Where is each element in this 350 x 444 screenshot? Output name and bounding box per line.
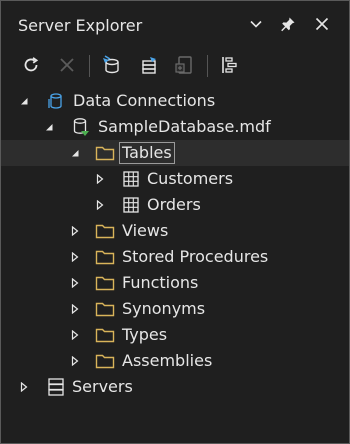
tree-item-label: Data Connections — [73, 91, 216, 110]
tree-item-label: Stored Procedures — [122, 247, 269, 266]
tree-item-label: Customers — [147, 169, 234, 188]
connect-to-database-icon[interactable] — [99, 52, 125, 78]
expanded-arrow-icon[interactable] — [18, 95, 30, 107]
tree-item-database[interactable]: SampleDatabase.mdf — [1, 114, 349, 140]
tree-item-customers[interactable]: Customers — [1, 166, 349, 192]
expanded-arrow-icon[interactable] — [43, 121, 55, 133]
folder-icon — [95, 273, 115, 293]
tree-item-servers[interactable]: Servers — [1, 374, 349, 400]
connect-to-server-icon[interactable] — [136, 52, 162, 78]
toolbar-separator — [207, 55, 208, 77]
collapsed-arrow-icon[interactable] — [94, 199, 106, 211]
table-icon — [121, 169, 141, 189]
folder-icon — [95, 247, 115, 267]
tree-item-synonyms[interactable]: Synonyms — [1, 296, 349, 322]
tree-item-assemblies[interactable]: Assemblies — [1, 348, 349, 374]
database-connected-icon — [71, 117, 91, 137]
table-icon — [121, 195, 141, 215]
tree-item-label: Servers — [72, 377, 133, 396]
collapsed-arrow-icon[interactable] — [18, 381, 30, 393]
collapsed-arrow-icon[interactable] — [69, 251, 81, 263]
tree-item-label: Synonyms — [122, 299, 206, 318]
tree-item-views[interactable]: Views — [1, 218, 349, 244]
toolbar — [1, 47, 349, 83]
tree-item-label: Types — [122, 325, 168, 344]
tree-item-label: Functions — [122, 273, 199, 292]
folder-icon — [95, 351, 115, 371]
tree-item-label: Assemblies — [122, 351, 213, 370]
collapsed-arrow-icon[interactable] — [69, 303, 81, 315]
panel-title: Server Explorer — [18, 16, 143, 35]
collapsed-arrow-icon[interactable] — [69, 277, 81, 289]
pin-icon[interactable] — [277, 13, 299, 35]
tree-item-functions[interactable]: Functions — [1, 270, 349, 296]
tree-item-stored-procedures[interactable]: Stored Procedures — [1, 244, 349, 270]
tree-item-orders[interactable]: Orders — [1, 192, 349, 218]
collapsed-arrow-icon[interactable] — [94, 173, 106, 185]
properties-icon[interactable] — [217, 52, 243, 78]
collapsed-arrow-icon[interactable] — [69, 225, 81, 237]
folder-icon — [95, 325, 115, 345]
folder-icon — [95, 143, 115, 163]
close-icon[interactable] — [311, 13, 333, 35]
stop-icon — [54, 52, 80, 78]
tree-item-label: Orders — [147, 195, 201, 214]
servers-icon — [46, 377, 66, 397]
collapsed-arrow-icon[interactable] — [69, 329, 81, 341]
tree-item-label: SampleDatabase.mdf — [98, 117, 271, 136]
title-bar: Server Explorer — [1, 1, 349, 47]
refresh-icon[interactable] — [18, 52, 44, 78]
tree-item-label: Tables — [119, 142, 175, 164]
folder-icon — [95, 299, 115, 319]
tree-item-data-connections[interactable]: Data Connections — [1, 88, 349, 114]
server-explorer-panel: Server Explorer Data Connections SampleD… — [0, 0, 350, 444]
tree-item-tables[interactable]: Tables — [1, 140, 349, 166]
new-query-icon — [172, 52, 198, 78]
tree-item-types[interactable]: Types — [1, 322, 349, 348]
folder-icon — [95, 221, 115, 241]
chevron-down-icon[interactable] — [245, 13, 267, 35]
data-connections-icon — [45, 91, 65, 111]
collapsed-arrow-icon[interactable] — [69, 355, 81, 367]
expanded-arrow-icon[interactable] — [69, 147, 81, 159]
tree-item-label: Views — [122, 221, 169, 240]
toolbar-separator — [89, 55, 90, 77]
